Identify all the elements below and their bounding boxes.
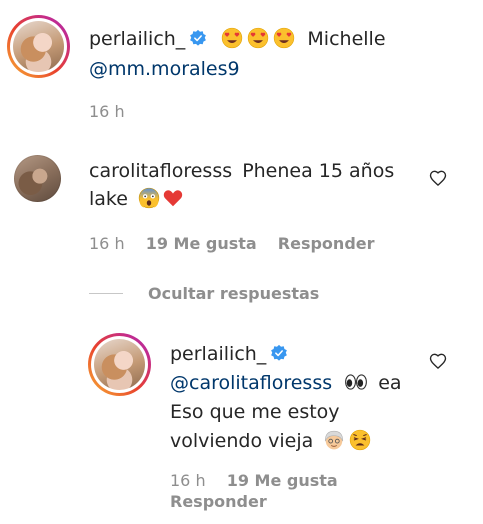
comment-text: Phenea 15 años (242, 160, 395, 182)
reply-time[interactable]: 16 h (170, 471, 206, 490)
comment-2-actions: 16 h 19 Me gusta Responder (89, 234, 375, 253)
heart-eyes-emoji (222, 27, 243, 49)
comment-1-line-2: @mm.morales9 (89, 56, 240, 83)
comment-text-continued: lake (89, 188, 128, 210)
reply-username[interactable]: perlailich_ (170, 343, 266, 365)
like-comment-heart-icon[interactable] (428, 168, 448, 188)
reply-text: ea (378, 372, 402, 394)
old-woman-emoji (325, 430, 344, 450)
avatar-perlailich[interactable] (88, 333, 151, 396)
scream-emoji (138, 187, 160, 209)
reply-line-4: volviendo vieja (170, 428, 371, 455)
comment-text: Michelle (307, 28, 386, 50)
avatar-photo (13, 21, 64, 72)
reply-line-1: perlailich_ (170, 341, 288, 368)
comment-time[interactable]: 16 h (89, 234, 125, 253)
eyes-emoji (345, 374, 368, 390)
comment-username[interactable]: carolitafloresss (89, 160, 232, 182)
reply-line-2: @carolitafloresss ea (170, 370, 402, 397)
avatar-perlailich[interactable] (7, 15, 70, 78)
comment-2-line-1: carolitafloresss Phenea 15 años (89, 158, 394, 185)
reply-line-3: Eso que me estoy (170, 399, 340, 426)
reply-text: volviendo vieja (170, 430, 314, 452)
avatar-photo (94, 339, 145, 390)
hide-replies-button[interactable]: Ocultar respuestas (148, 284, 319, 303)
comment-username[interactable]: perlailich_ (89, 28, 185, 50)
comment-1-line-1: perlailich_ Michelle (89, 26, 386, 53)
reply-likes[interactable]: 19 Me gusta (227, 471, 338, 490)
replies-divider (89, 293, 123, 294)
heart-eyes-emoji (274, 27, 295, 49)
comment-2-line-2: lake (89, 186, 184, 213)
heart-eyes-emoji (248, 27, 269, 49)
weary-emoji (350, 429, 371, 451)
red-heart-emoji (163, 190, 183, 207)
like-reply-heart-icon[interactable] (428, 351, 448, 371)
avatar-carolitafloresss[interactable] (14, 155, 61, 202)
comment-time[interactable]: 16 h (89, 102, 125, 121)
verified-badge-icon (190, 29, 207, 46)
reply-actions: 16 h 19 Me gusta (170, 471, 338, 490)
mention-link[interactable]: @mm.morales9 (89, 58, 240, 80)
reply-text: Eso que me estoy (170, 401, 340, 423)
comment-likes[interactable]: 19 Me gusta (146, 234, 257, 253)
mention-link[interactable]: @carolitafloresss (170, 372, 332, 394)
verified-badge-icon (271, 344, 288, 361)
reply-button[interactable]: Responder (170, 492, 267, 511)
reply-button[interactable]: Responder (278, 234, 375, 253)
